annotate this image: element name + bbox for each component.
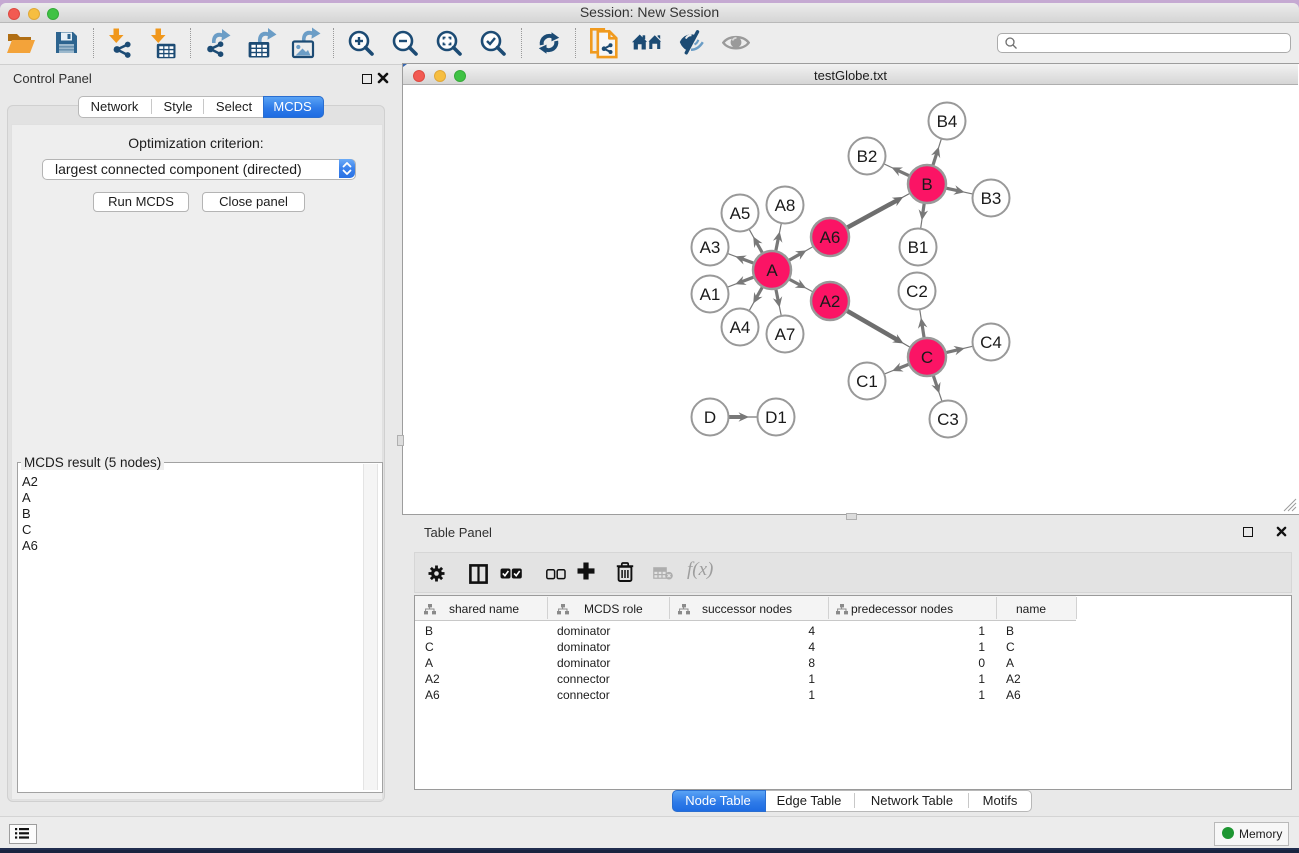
svg-text:C1: C1 [856,372,878,391]
svg-text:B3: B3 [981,189,1002,208]
svg-text:A5: A5 [730,204,751,223]
svg-text:B1: B1 [908,238,929,257]
svg-text:A3: A3 [700,238,721,257]
svg-text:A8: A8 [775,196,796,215]
svg-text:A4: A4 [730,318,751,337]
svg-text:C4: C4 [980,333,1002,352]
svg-text:D: D [704,408,716,427]
svg-text:B2: B2 [857,147,878,166]
svg-text:D1: D1 [765,408,787,427]
svg-text:A1: A1 [700,285,721,304]
svg-text:A7: A7 [775,325,796,344]
svg-text:C2: C2 [906,282,928,301]
svg-text:A2: A2 [820,292,841,311]
svg-text:C: C [921,348,933,367]
svg-text:A6: A6 [820,228,841,247]
svg-text:A: A [766,261,778,280]
svg-text:B4: B4 [937,112,958,131]
svg-text:B: B [921,175,932,194]
svg-text:C3: C3 [937,410,959,429]
